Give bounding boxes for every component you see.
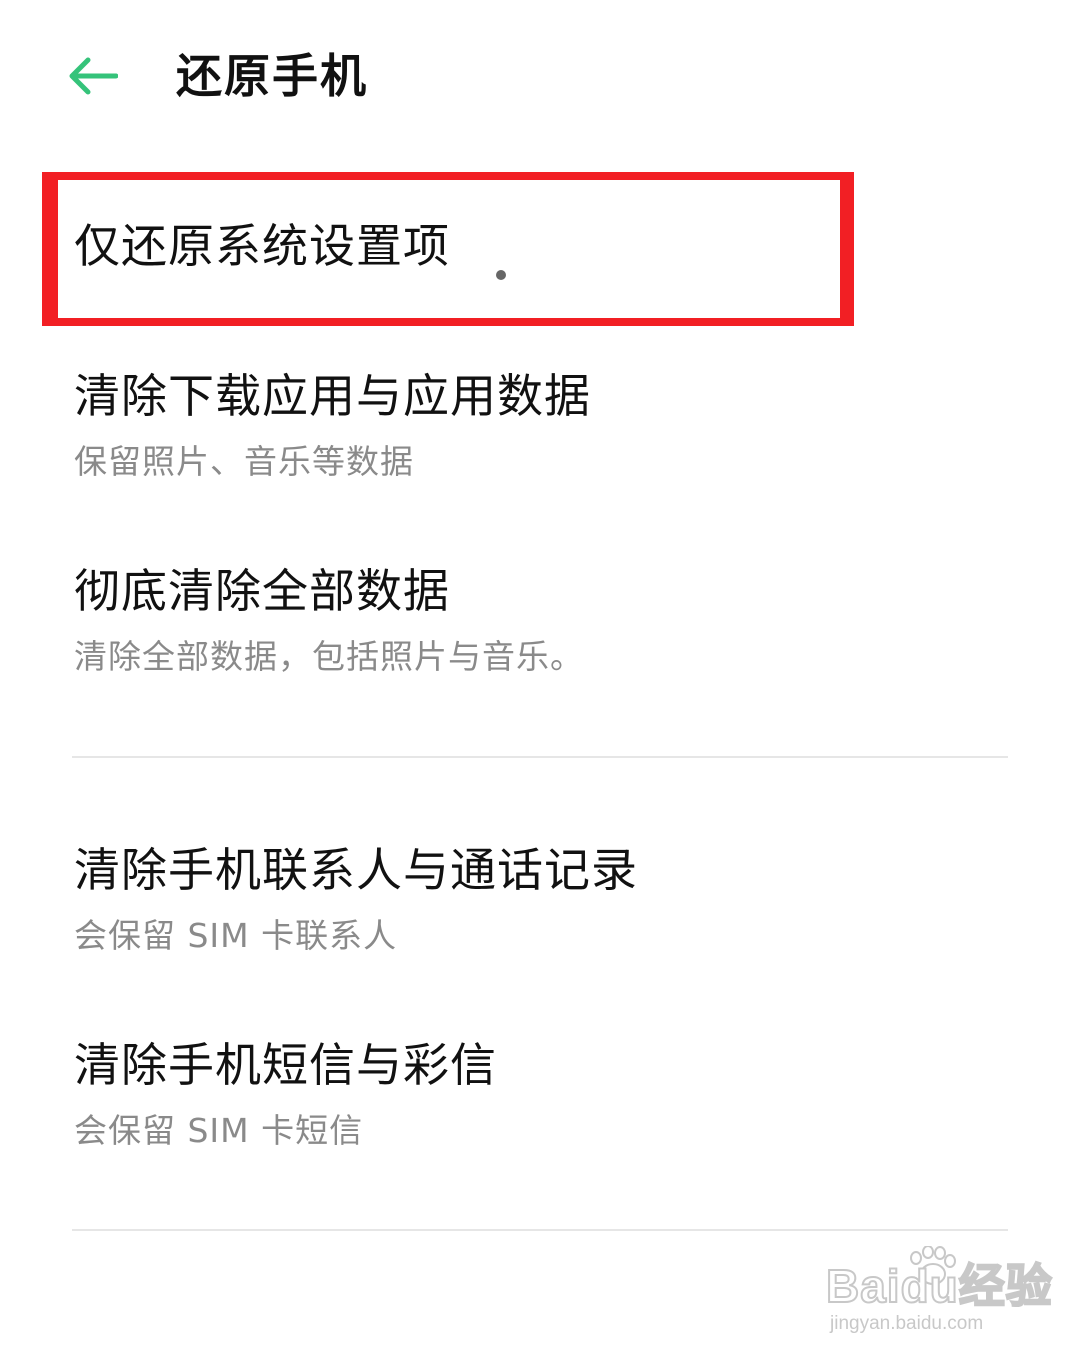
option-clear-contacts-call-log[interactable]: 清除手机联系人与通话记录 会保留 SIM 卡联系人 [0,824,1080,974]
option-clear-sms-mms[interactable]: 清除手机短信与彩信 会保留 SIM 卡短信 [0,1019,1080,1169]
option-clear-apps-data[interactable]: 清除下载应用与应用数据 保留照片、音乐等数据 [0,350,1080,500]
option-title: 清除手机联系人与通话记录 [74,843,638,897]
baidu-jingyan-watermark: Baidu经验 jingyan.baidu.com [825,1246,1053,1346]
option-title: 清除手机短信与彩信 [74,1038,497,1092]
option-subtitle: 会保留 SIM 卡短信 [74,1111,364,1150]
option-subtitle: 会保留 SIM 卡联系人 [74,916,398,955]
touch-indicator-dot [496,270,506,280]
section-divider [72,756,1008,758]
option-subtitle: 清除全部数据，包括照片与音乐。 [74,637,584,676]
arrow-left-icon [69,57,118,95]
back-button[interactable] [60,48,124,104]
option-erase-all-data[interactable]: 彻底清除全部数据 清除全部数据，包括照片与音乐。 [0,545,1080,695]
option-title: 彻底清除全部数据 [74,564,450,618]
option-title: 清除下载应用与应用数据 [74,369,591,423]
section-divider [72,1229,1008,1231]
highlight-box [42,172,854,326]
watermark-url: jingyan.baidu.com [830,1313,984,1334]
page-title: 还原手机 [176,49,368,103]
option-subtitle: 保留照片、音乐等数据 [74,442,414,481]
app-header: 还原手机 [0,0,1080,150]
watermark-logo: Baidu经验 [825,1259,1053,1313]
